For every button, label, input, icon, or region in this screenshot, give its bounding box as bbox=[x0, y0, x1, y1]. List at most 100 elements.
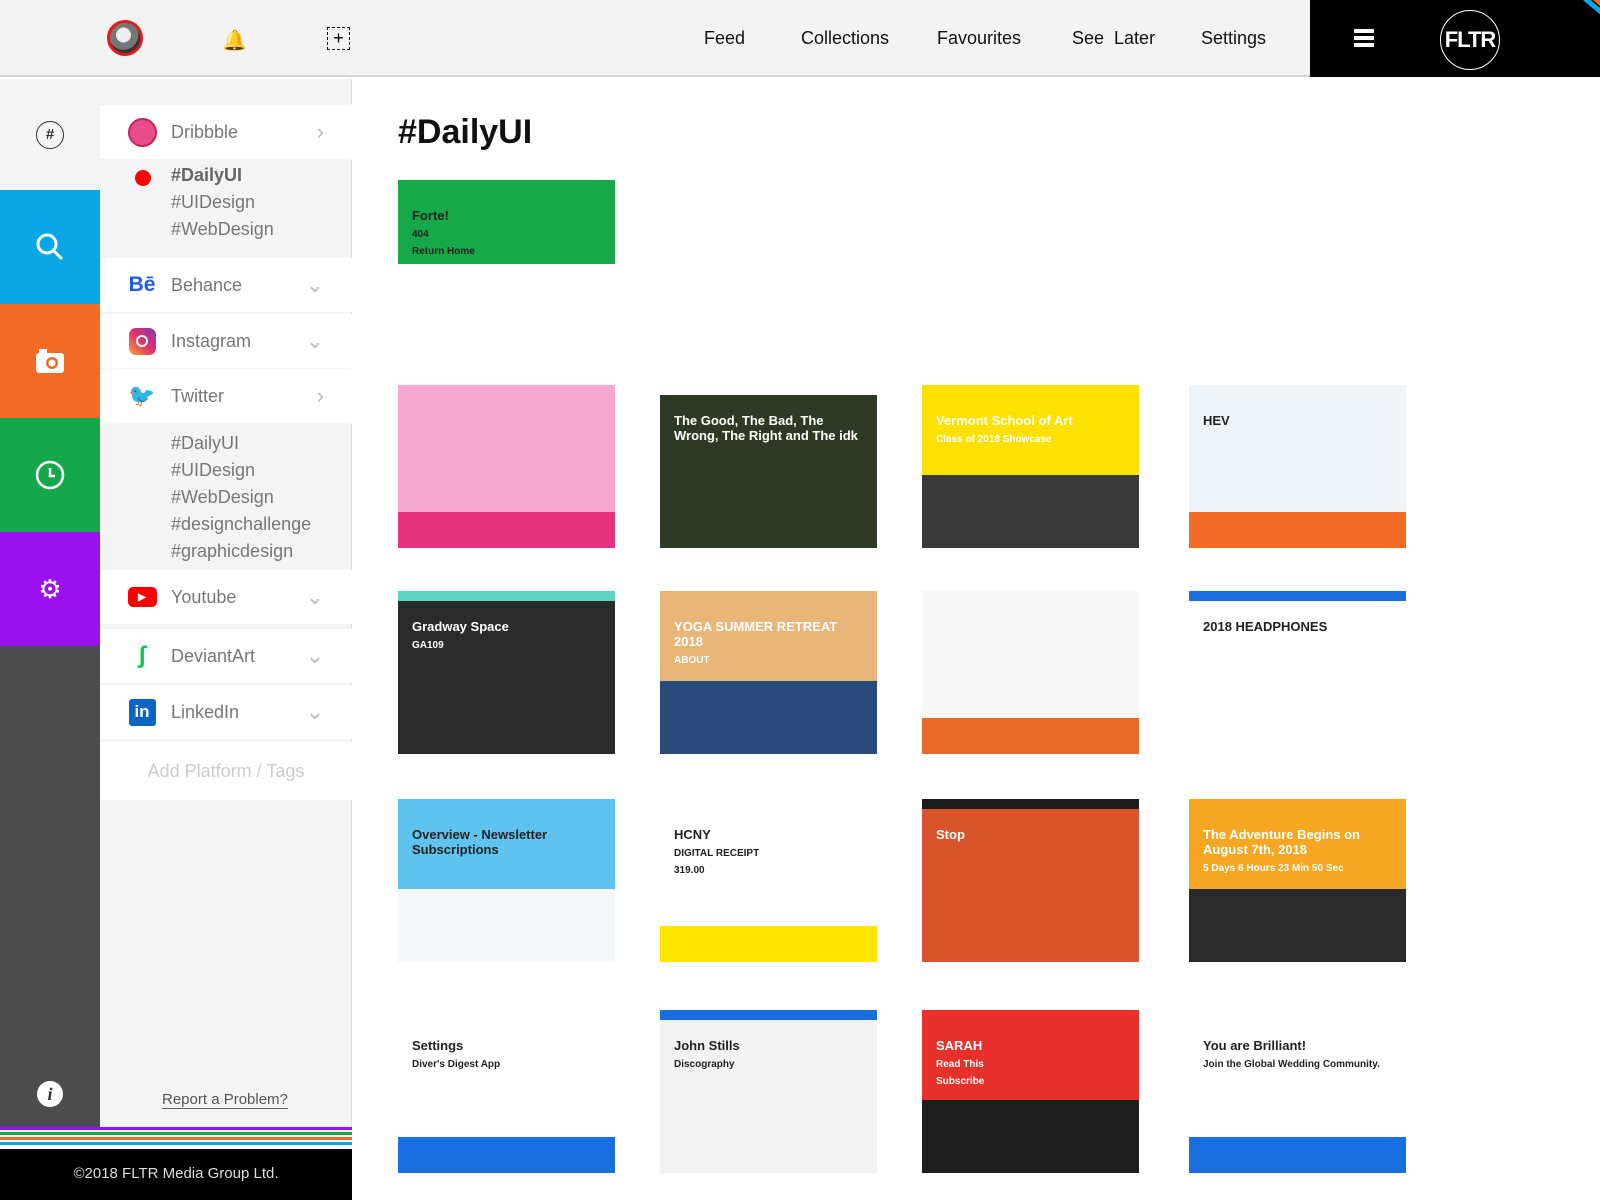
shot-thumbnail[interactable]: YOGA SUMMER RETREAT 2018 ABOUT bbox=[660, 591, 877, 754]
tag-designchallenge[interactable]: #designchallenge bbox=[171, 511, 311, 538]
tag-webdesign[interactable]: #WebDesign bbox=[171, 216, 274, 243]
tag-webdesign[interactable]: #WebDesign bbox=[171, 484, 311, 511]
platform-label: Instagram bbox=[171, 330, 252, 351]
top-bar: 🔔 + Feed Collections Favourites See Late… bbox=[0, 0, 1600, 77]
tag-uidesign[interactable]: #UIDesign bbox=[171, 189, 274, 216]
behance-icon: Bē bbox=[128, 273, 156, 296]
thumb-text: The Adventure Begins on August 7th, 2018 bbox=[1203, 827, 1360, 857]
shot-thumbnail[interactable]: Settings Diver's Digest App bbox=[398, 1010, 615, 1173]
thumb-text: John Stills bbox=[674, 1038, 740, 1053]
thumb-text: Return Home bbox=[412, 246, 475, 257]
tag-uidesign[interactable]: #UIDesign bbox=[171, 457, 311, 484]
hashtag-icon[interactable]: # bbox=[0, 79, 100, 190]
shot-thumbnail[interactable]: Stop bbox=[922, 799, 1139, 962]
brand-area: FLTR bbox=[1310, 0, 1600, 77]
shot-thumbnail[interactable]: HEV bbox=[1189, 385, 1406, 548]
platform-deviantart[interactable]: ʃ DeviantArt ⌄ bbox=[100, 629, 352, 683]
platform-label: LinkedIn bbox=[171, 701, 240, 722]
info-icon[interactable]: i bbox=[0, 646, 100, 1127]
nav-see-later[interactable]: See Later bbox=[1072, 28, 1155, 49]
thumb-text: Read This bbox=[936, 1059, 984, 1070]
tag-dailyui[interactable]: #DailyUI bbox=[171, 430, 311, 457]
menu-icon[interactable] bbox=[1354, 29, 1374, 49]
thumb-text: YOGA SUMMER RETREAT 2018 bbox=[674, 619, 838, 649]
shot-thumbnail[interactable]: 2018 HEADPHONES bbox=[1189, 591, 1406, 754]
thumb-text: Diver's Digest App bbox=[412, 1059, 501, 1070]
platform-linkedin[interactable]: in LinkedIn ⌄ bbox=[100, 685, 352, 739]
nav-favourites[interactable]: Favourites bbox=[937, 28, 1021, 49]
chevron-down-icon[interactable]: ⌄ bbox=[306, 584, 324, 610]
thumb-text: GA109 bbox=[412, 640, 444, 651]
shot-thumbnail[interactable]: The Good, The Bad, The Wrong, The Right … bbox=[660, 385, 877, 548]
shot-thumbnail[interactable]: Gradway Space GA109 bbox=[398, 591, 615, 754]
thumb-text: HEV bbox=[1203, 413, 1230, 428]
shot-thumbnail[interactable]: You are Brilliant! Join the Global Weddin… bbox=[1189, 1010, 1406, 1173]
platform-label: Twitter bbox=[171, 385, 225, 406]
footer-copyright: ©2018 FLTR Media Group Ltd. bbox=[0, 1149, 352, 1200]
shot-thumbnail[interactable]: Forte! 404 Return Home bbox=[398, 180, 615, 332]
chevron-down-icon[interactable]: ⌄ bbox=[306, 272, 324, 298]
platform-label: Youtube bbox=[171, 586, 237, 607]
shot-thumbnail[interactable]: HCNY DIGITAL RECEIPT 319.00 bbox=[660, 799, 877, 962]
thumb-text: HCNY bbox=[674, 827, 711, 842]
avatar[interactable] bbox=[107, 20, 143, 56]
thumb-text: Settings bbox=[412, 1038, 464, 1053]
platform-dribbble[interactable]: Dribbble › bbox=[100, 105, 352, 159]
clock-icon[interactable] bbox=[0, 418, 100, 532]
thumb-text: 2018 HEADPHONES bbox=[1203, 619, 1328, 634]
search-icon[interactable] bbox=[0, 190, 100, 304]
shot-thumbnail[interactable] bbox=[922, 591, 1139, 754]
camera-icon[interactable] bbox=[0, 304, 100, 418]
thumb-accent bbox=[398, 1137, 615, 1173]
fltr-logo[interactable]: FLTR bbox=[1440, 10, 1500, 70]
platform-label: DeviantArt bbox=[171, 645, 256, 666]
youtube-icon: ▶ bbox=[127, 582, 157, 612]
chevron-down-icon[interactable]: ⌄ bbox=[306, 328, 324, 354]
thumb-text: Vermont School of Art bbox=[936, 413, 1073, 428]
thumb-accent bbox=[1189, 1137, 1406, 1173]
thumb-accent bbox=[660, 385, 877, 395]
thumb-text: Discography bbox=[674, 1059, 735, 1070]
platform-youtube[interactable]: ▶ Youtube ⌄ bbox=[100, 570, 352, 624]
shot-thumbnail[interactable]: Overview - Newsletter Subscriptions bbox=[398, 799, 615, 962]
bell-icon[interactable]: 🔔 bbox=[222, 28, 247, 53]
active-dot bbox=[135, 170, 151, 186]
platform-instagram[interactable]: Instagram ⌄ bbox=[100, 314, 352, 368]
report-problem-link[interactable]: Report a Problem? bbox=[162, 1091, 288, 1109]
platform-label: Dribbble bbox=[171, 121, 239, 142]
gear-icon[interactable]: ⚙ bbox=[0, 532, 100, 646]
thumb-accent bbox=[922, 799, 1139, 809]
shot-thumbnail[interactable]: Vermont School of Art Class of 2018 Showc… bbox=[922, 385, 1139, 548]
add-platform-button[interactable]: Add Platform / Tags bbox=[100, 742, 352, 800]
chevron-right-icon[interactable]: › bbox=[317, 383, 324, 409]
thumb-text: 319.00 bbox=[674, 865, 705, 876]
add-icon[interactable]: + bbox=[327, 27, 350, 50]
instagram-icon bbox=[127, 326, 157, 356]
tag-graphicdesign[interactable]: #graphicdesign bbox=[171, 538, 311, 565]
thumb-text: Overview - Newsletter Subscriptions bbox=[412, 827, 548, 857]
thumb-accent bbox=[1189, 512, 1406, 548]
thumb-text: Join the Global Wedding Community. bbox=[1203, 1059, 1380, 1070]
shot-thumbnail[interactable]: SARAH Read This Subscribe bbox=[922, 1010, 1139, 1173]
platform-behance[interactable]: Bē Behance ⌄ bbox=[100, 258, 352, 312]
tag-dailyui[interactable]: #DailyUI bbox=[171, 162, 274, 189]
nav-settings[interactable]: Settings bbox=[1201, 28, 1266, 49]
chevron-right-icon[interactable]: › bbox=[317, 119, 324, 145]
chevron-down-icon[interactable]: ⌄ bbox=[306, 699, 324, 725]
nav-collections[interactable]: Collections bbox=[801, 28, 889, 49]
twitter-icon: 🐦 bbox=[128, 383, 156, 408]
nav-feed[interactable]: Feed bbox=[704, 28, 745, 49]
linkedin-icon: in bbox=[127, 697, 157, 727]
footer-stripes bbox=[0, 1127, 352, 1147]
thumb-accent bbox=[398, 512, 615, 548]
platform-twitter[interactable]: 🐦 Twitter › bbox=[100, 369, 352, 423]
thumb-accent bbox=[660, 1010, 877, 1020]
platform-panel: Dribbble › #DailyUI #UIDesign #WebDesign… bbox=[100, 79, 352, 1127]
deviantart-icon: ʃ bbox=[138, 642, 146, 669]
shot-thumbnail[interactable]: John Stills Discography bbox=[660, 1010, 877, 1173]
shot-thumbnail[interactable] bbox=[398, 385, 615, 548]
chevron-down-icon[interactable]: ⌄ bbox=[306, 643, 324, 669]
shot-thumbnail[interactable]: The Adventure Begins on August 7th, 2018… bbox=[1189, 799, 1406, 962]
thumb-text: SARAH bbox=[936, 1038, 983, 1053]
dribbble-icon bbox=[127, 117, 157, 147]
